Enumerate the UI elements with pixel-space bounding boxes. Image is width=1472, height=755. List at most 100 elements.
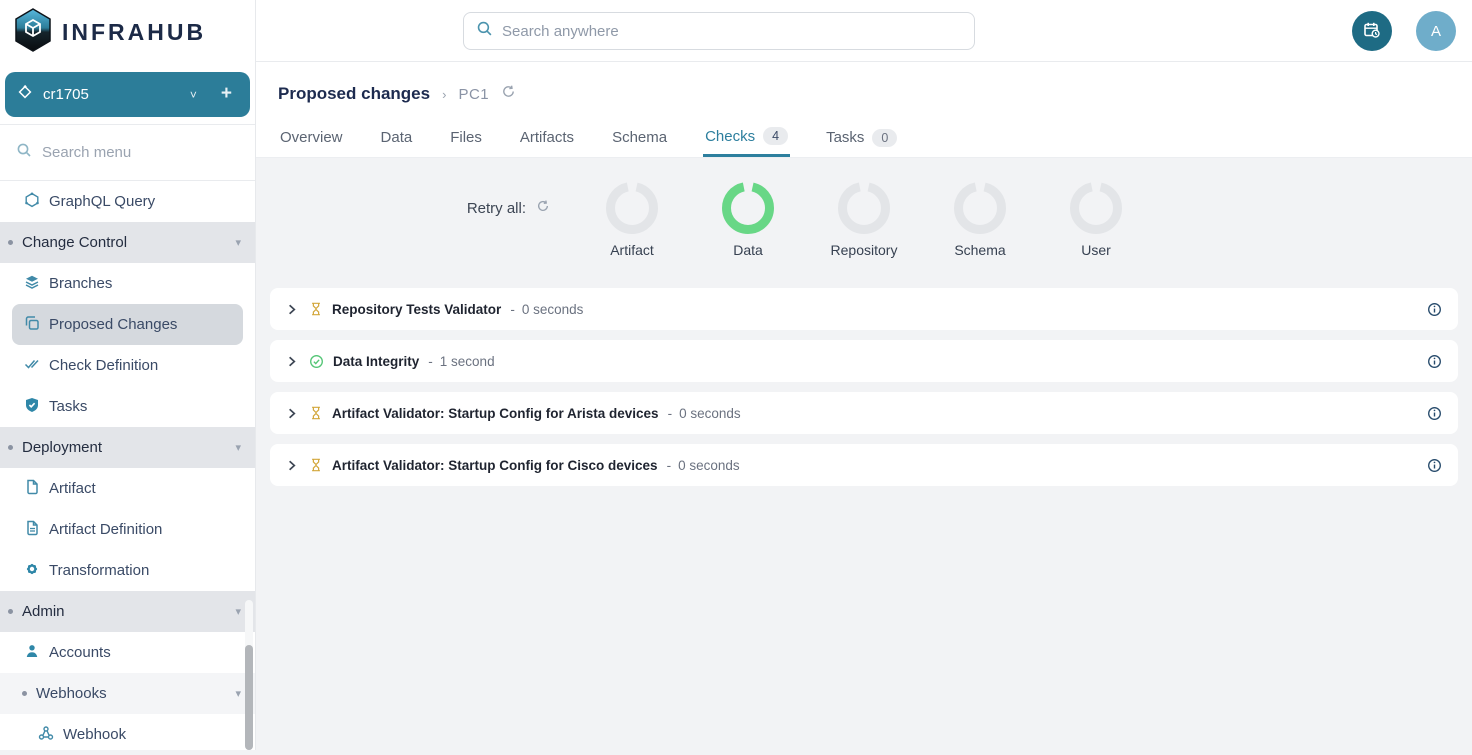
branch-chevron-down-icon[interactable]: ˅ xyxy=(180,84,207,106)
branch-selector[interactable]: cr1705 ˅ + xyxy=(5,72,250,117)
sidebar-section-admin[interactable]: Admin ▾ xyxy=(0,591,255,632)
validator-duration: 1 second xyxy=(440,354,495,369)
chevron-right-icon[interactable] xyxy=(284,302,299,317)
ring-label: Data xyxy=(733,242,763,258)
tab-checks[interactable]: Checks 4 xyxy=(703,118,790,157)
sidebar-item-label: Webhook xyxy=(63,726,126,743)
validator-row-artifact-cisco[interactable]: Artifact Validator: Startup Config for C… xyxy=(270,444,1458,486)
sidebar-item-label: Branches xyxy=(49,275,112,292)
artifact-definition-file-icon xyxy=(24,520,40,540)
bullet-icon xyxy=(8,609,13,614)
graphql-icon xyxy=(24,192,40,212)
time-travel-calendar-button[interactable] xyxy=(1352,11,1392,51)
pending-hourglass-icon xyxy=(309,458,323,472)
add-branch-button[interactable]: + xyxy=(207,81,238,109)
validator-duration: 0 seconds xyxy=(678,458,740,473)
chevron-right-icon: › xyxy=(442,87,446,102)
tab-artifacts[interactable]: Artifacts xyxy=(518,118,576,157)
sidebar-search-input[interactable] xyxy=(42,144,222,161)
sidebar-item-label: Proposed Changes xyxy=(49,316,177,333)
bullet-icon xyxy=(22,691,27,696)
transformation-gear-icon xyxy=(24,561,40,581)
progress-ring-icon xyxy=(1068,180,1124,236)
sidebar-item-label: GraphQL Query xyxy=(49,193,155,210)
ring-label: Repository xyxy=(831,242,898,258)
sidebar-item-label: Check Definition xyxy=(49,357,158,374)
app-name: INFRAHUB xyxy=(62,19,206,46)
sidebar-search[interactable] xyxy=(0,125,255,181)
sidebar: INFRAHUB cr1705 ˅ + GraphQL Query Cha xyxy=(0,0,256,750)
validator-ring-schema[interactable]: Schema xyxy=(922,180,1038,258)
sidebar-item-check-definition[interactable]: Check Definition xyxy=(0,345,255,386)
progress-ring-icon xyxy=(952,180,1008,236)
tab-schema[interactable]: Schema xyxy=(610,118,669,157)
tab-files[interactable]: Files xyxy=(448,118,484,157)
tab-tasks[interactable]: Tasks 0 xyxy=(824,118,899,157)
sidebar-item-proposed-changes[interactable]: Proposed Changes xyxy=(12,304,243,345)
validator-row-data-integrity[interactable]: Data Integrity - 1 second xyxy=(270,340,1458,382)
chevron-down-icon: ▾ xyxy=(235,605,241,618)
checks-count-badge: 4 xyxy=(763,127,788,145)
sidebar-scrollbar-thumb[interactable] xyxy=(245,645,253,750)
calendar-clock-icon xyxy=(1362,20,1382,43)
validator-row-repository-tests[interactable]: Repository Tests Validator - 0 seconds xyxy=(270,288,1458,330)
validator-rings: Artifact Data Repository Schema User xyxy=(574,180,1154,258)
page-title: Proposed changes xyxy=(278,84,430,104)
tab-data[interactable]: Data xyxy=(379,118,415,157)
bullet-icon xyxy=(8,445,13,450)
sidebar-subsection-webhooks[interactable]: Webhooks ▾ xyxy=(0,673,255,714)
breadcrumb-item[interactable]: PC1 xyxy=(458,86,489,103)
sidebar-item-transformation[interactable]: Transformation xyxy=(0,550,255,591)
chevron-right-icon[interactable] xyxy=(284,458,299,473)
refresh-icon[interactable] xyxy=(501,84,516,104)
tab-overview[interactable]: Overview xyxy=(278,118,345,157)
sidebar-item-label: Artifact Definition xyxy=(49,521,162,538)
checks-panel: Retry all: Artifact Data Repository Sche… xyxy=(256,158,1472,750)
pending-hourglass-icon xyxy=(309,302,323,316)
sidebar-item-artifact-definition[interactable]: Artifact Definition xyxy=(0,509,255,550)
tasks-shield-icon xyxy=(24,397,40,417)
sidebar-item-artifact[interactable]: Artifact xyxy=(0,468,255,509)
validator-duration: 0 seconds xyxy=(522,302,584,317)
infrahub-hexagon-logo-icon xyxy=(14,8,52,57)
search-icon xyxy=(476,20,493,42)
global-search-input[interactable] xyxy=(502,23,942,40)
info-icon[interactable] xyxy=(1427,458,1442,473)
validators-summary: Retry all: Artifact Data Repository Sche… xyxy=(574,180,1154,266)
validator-list: Repository Tests Validator - 0 seconds D… xyxy=(270,288,1458,486)
accounts-person-icon xyxy=(24,643,40,663)
validator-ring-data[interactable]: Data xyxy=(690,180,806,258)
info-icon[interactable] xyxy=(1427,302,1442,317)
info-icon[interactable] xyxy=(1427,354,1442,369)
webhook-icon xyxy=(38,725,54,745)
validator-ring-user[interactable]: User xyxy=(1038,180,1154,258)
chevron-down-icon: ▾ xyxy=(235,687,241,700)
sidebar-item-webhook[interactable]: Webhook xyxy=(0,714,255,755)
sidebar-item-graphql-query[interactable]: GraphQL Query xyxy=(0,181,255,222)
sidebar-section-deployment[interactable]: Deployment ▾ xyxy=(0,427,255,468)
chevron-right-icon[interactable] xyxy=(284,354,299,369)
sidebar-item-label: Artifact xyxy=(49,480,96,497)
sidebar-section-change-control[interactable]: Change Control ▾ xyxy=(0,222,255,263)
validator-row-artifact-arista[interactable]: Artifact Validator: Startup Config for A… xyxy=(270,392,1458,434)
artifact-file-icon xyxy=(24,479,40,499)
validator-ring-artifact[interactable]: Artifact xyxy=(574,180,690,258)
chevron-down-icon: ▾ xyxy=(235,441,241,454)
sidebar-section-label: Admin xyxy=(22,603,235,620)
search-icon xyxy=(16,142,32,163)
validator-ring-repository[interactable]: Repository xyxy=(806,180,922,258)
app-logo[interactable]: INFRAHUB xyxy=(0,0,255,64)
branch-name: cr1705 xyxy=(43,86,89,103)
retry-all-refresh-icon[interactable] xyxy=(536,199,550,218)
proposed-changes-icon xyxy=(24,315,40,335)
ring-label: Artifact xyxy=(610,242,654,258)
sidebar-item-tasks[interactable]: Tasks xyxy=(0,386,255,427)
user-avatar[interactable]: A xyxy=(1416,11,1456,51)
chevron-right-icon[interactable] xyxy=(284,406,299,421)
info-icon[interactable] xyxy=(1427,406,1442,421)
global-search[interactable] xyxy=(463,12,975,50)
tab-bar: Overview Data Files Artifacts Schema Che… xyxy=(256,118,1472,157)
sidebar-item-branches[interactable]: Branches xyxy=(0,263,255,304)
sidebar-item-accounts[interactable]: Accounts xyxy=(0,632,255,673)
sidebar-item-label: Accounts xyxy=(49,644,111,661)
